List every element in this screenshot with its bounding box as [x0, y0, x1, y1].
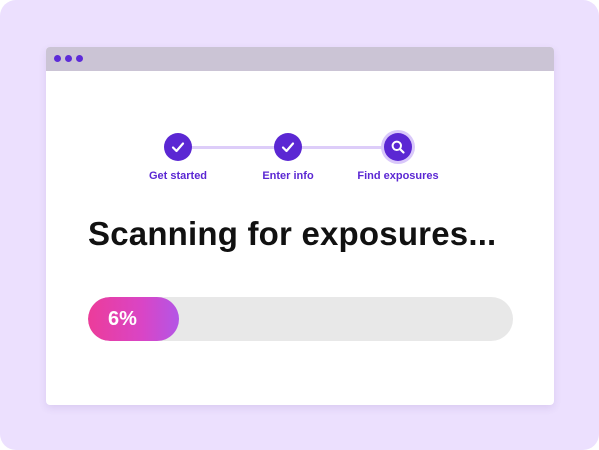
search-icon — [391, 140, 405, 154]
check-icon — [171, 142, 185, 153]
progress-percent-label: 6% — [108, 308, 137, 330]
page-title: Scanning for exposures... — [88, 215, 497, 252]
step-find-exposures-indicator — [384, 133, 412, 161]
browser-window: Get started Enter info Find exposures Sc… — [46, 47, 554, 405]
check-icon — [281, 142, 295, 153]
window-dot — [76, 55, 83, 62]
progress-fill: 6% — [88, 297, 179, 341]
progress-bar: 6% — [88, 297, 513, 341]
page-background: Get started Enter info Find exposures Sc… — [0, 0, 599, 450]
step-label-find-exposures: Find exposures — [357, 170, 439, 182]
window-titlebar — [46, 47, 554, 71]
step-label-get-started: Get started — [148, 170, 208, 182]
step-enter-info-indicator — [274, 133, 302, 161]
window-dot — [65, 55, 72, 62]
window-dot — [54, 55, 61, 62]
step-label-enter-info: Enter info — [262, 170, 314, 182]
step-get-started-indicator — [164, 133, 192, 161]
